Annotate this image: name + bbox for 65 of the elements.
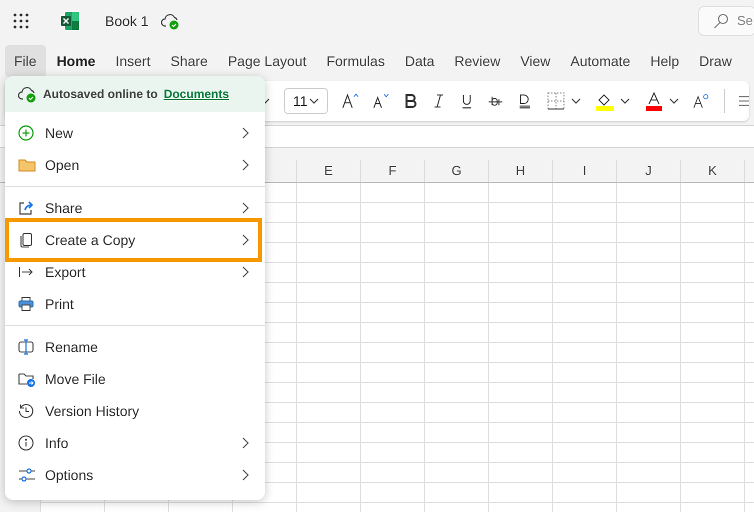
column-header[interactable]: F bbox=[360, 160, 424, 182]
ribbon-tab[interactable]: File bbox=[5, 45, 46, 77]
ribbon-tab[interactable]: Home bbox=[48, 45, 104, 77]
chevron-right-icon bbox=[241, 266, 249, 278]
app-launcher-icon[interactable] bbox=[13, 13, 29, 29]
menu-item[interactable]: Create a Copy bbox=[11, 224, 256, 256]
ribbon-tab[interactable]: Insert bbox=[106, 45, 160, 77]
menu-item[interactable]: Options bbox=[5, 459, 265, 491]
menu-item[interactable]: Print bbox=[5, 288, 265, 320]
column-header[interactable]: I bbox=[552, 160, 616, 182]
folder-arrow-icon bbox=[18, 370, 36, 388]
autosave-status: Autosaved online to bbox=[43, 86, 158, 103]
menu-item[interactable]: Open bbox=[5, 149, 265, 181]
menu-item[interactable]: Rename bbox=[5, 331, 265, 363]
ribbon-tab[interactable]: Draw bbox=[690, 45, 741, 77]
column-header[interactable]: H bbox=[488, 160, 552, 182]
ribbon-tab[interactable]: Review bbox=[445, 45, 510, 77]
shrink-font-icon[interactable] bbox=[373, 91, 390, 111]
menu-item[interactable]: New bbox=[5, 117, 265, 149]
cloud-check-icon bbox=[160, 12, 180, 30]
menu-item[interactable]: Move File bbox=[5, 363, 265, 395]
export-arrow-icon bbox=[18, 264, 34, 280]
chevron-right-icon bbox=[241, 202, 249, 214]
cloud-check-icon bbox=[18, 86, 37, 102]
column-header[interactable]: E bbox=[296, 160, 360, 182]
menu-item[interactable]: Version History bbox=[5, 395, 265, 427]
chevron-right-icon bbox=[241, 437, 249, 449]
ribbon-tab[interactable]: View bbox=[511, 45, 560, 77]
ribbon-tab[interactable]: Help bbox=[641, 45, 688, 77]
menu-item[interactable]: Export bbox=[5, 256, 265, 288]
chevron-right-icon bbox=[241, 159, 249, 171]
column-header[interactable]: K bbox=[680, 160, 744, 182]
column-header[interactable]: G bbox=[424, 160, 488, 182]
menu-item[interactable]: Share bbox=[5, 192, 265, 224]
spreadsheet-logo-icon bbox=[60, 11, 80, 31]
ribbon-tab[interactable]: Formulas bbox=[317, 45, 394, 77]
grow-font-icon[interactable] bbox=[342, 91, 360, 111]
info-icon bbox=[18, 435, 34, 451]
ribbon-tab[interactable]: Share bbox=[161, 45, 217, 77]
share-icon bbox=[18, 200, 34, 216]
plus-circle-icon bbox=[18, 125, 34, 141]
font-color-icon[interactable] bbox=[644, 91, 664, 111]
superscript-icon[interactable] bbox=[692, 91, 710, 111]
font-size-dropdown[interactable]: 11 bbox=[284, 88, 328, 114]
column-header[interactable]: J bbox=[616, 160, 680, 182]
search-field[interactable]: Se bbox=[698, 6, 754, 36]
ribbon-tab[interactable]: Automate bbox=[561, 45, 640, 77]
ribbon-tab[interactable]: Page Layout bbox=[218, 45, 316, 77]
menu-item[interactable]: Info bbox=[5, 427, 265, 459]
document-title[interactable]: Book 1 bbox=[105, 10, 149, 32]
bold-icon[interactable] bbox=[404, 91, 418, 111]
chevron-right-icon bbox=[241, 127, 249, 139]
copy-icon bbox=[18, 232, 34, 248]
documents-link[interactable]: Documents bbox=[164, 85, 230, 103]
sliders-icon bbox=[18, 467, 36, 483]
history-icon bbox=[18, 403, 34, 419]
search-input[interactable]: Se bbox=[737, 11, 753, 31]
rename-icon bbox=[18, 339, 34, 355]
chevron-right-icon bbox=[241, 469, 249, 481]
chevron-right-icon bbox=[241, 234, 249, 246]
borders-icon[interactable] bbox=[546, 91, 566, 111]
search-icon bbox=[713, 13, 729, 29]
ribbon-tab[interactable]: Data bbox=[396, 45, 444, 77]
printer-icon bbox=[18, 296, 34, 312]
folder-icon bbox=[18, 157, 36, 173]
